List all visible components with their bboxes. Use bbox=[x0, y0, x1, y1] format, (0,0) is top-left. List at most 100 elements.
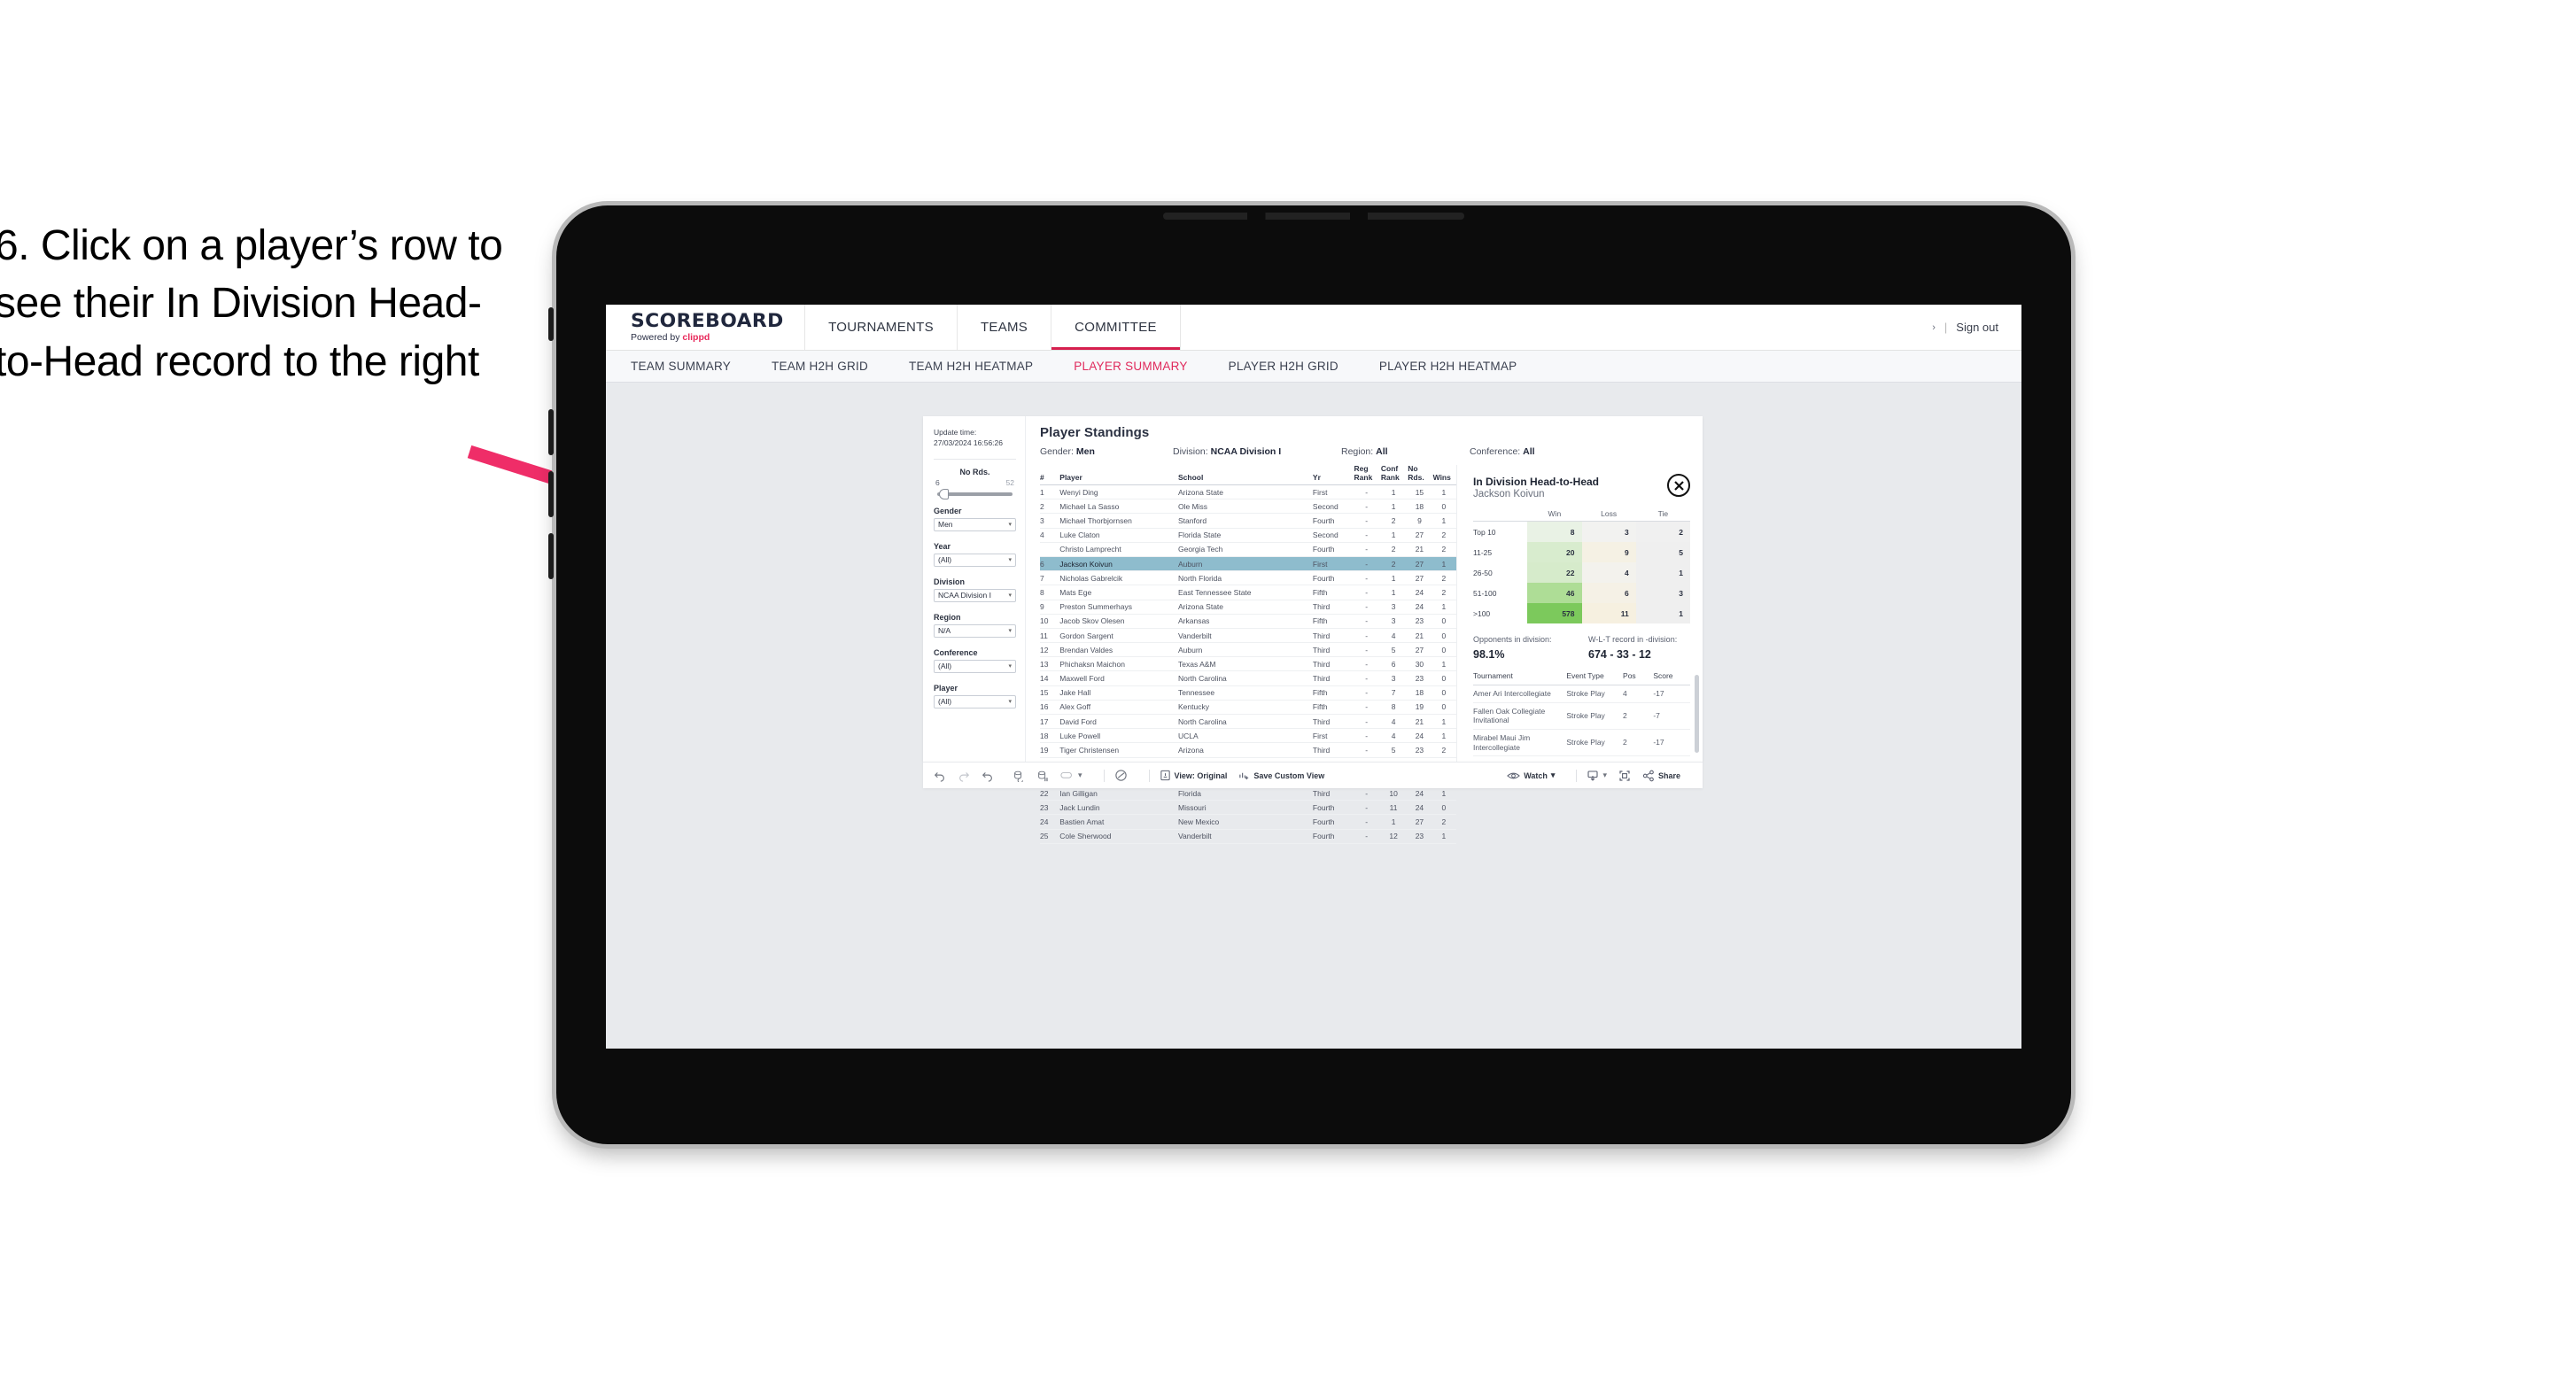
cell-nords: 27 bbox=[1408, 570, 1433, 586]
table-row[interactable]: 4 Luke Claton Florida State Second -1 27 2 bbox=[1040, 528, 1456, 543]
filter-year-select[interactable]: (All) ▾ bbox=[934, 553, 1016, 567]
nav-item-committee[interactable]: COMMITTEE bbox=[1051, 305, 1181, 350]
refresh-data-button[interactable] bbox=[1013, 770, 1025, 782]
undo-button[interactable] bbox=[934, 770, 946, 782]
tournament-row[interactable]: Amer Ari Intercollegiate Stroke Play 4 -17 bbox=[1473, 685, 1690, 703]
table-row[interactable]: 2 Michael La Sasso Ole Miss Second -1 18 0 bbox=[1040, 499, 1456, 515]
h2h-cell-tie[interactable]: 1 bbox=[1635, 603, 1690, 623]
no-rounds-slider[interactable] bbox=[937, 488, 1013, 499]
h2h-cell-tie[interactable]: 3 bbox=[1635, 583, 1690, 603]
filter-gender-select[interactable]: Men ▾ bbox=[934, 517, 1016, 531]
cell-reg: - bbox=[1354, 556, 1381, 572]
col-reg-rank[interactable]: Reg Rank bbox=[1354, 464, 1381, 486]
device-power-button[interactable] bbox=[548, 307, 554, 341]
h2h-cell-win[interactable]: 22 bbox=[1527, 562, 1582, 583]
table-row[interactable]: 10 Jacob Skov Olesen Arkansas Fifth -3 23 0 bbox=[1040, 614, 1456, 629]
h2h-cell-tie[interactable]: 5 bbox=[1635, 542, 1690, 562]
close-icon[interactable] bbox=[1667, 474, 1690, 497]
h2h-cell-win[interactable]: 8 bbox=[1527, 521, 1582, 542]
cell-nords: 21 bbox=[1408, 628, 1433, 644]
share-button[interactable]: Share bbox=[1642, 770, 1680, 782]
col-yr[interactable]: Yr bbox=[1312, 465, 1354, 486]
table-row[interactable]: 3 Michael Thorbjornsen Stanford Fourth -2 9 1 bbox=[1040, 513, 1456, 529]
table-row[interactable]: 19 Tiger Christensen Arizona Third -5 23 2 bbox=[1040, 742, 1456, 758]
table-row[interactable]: 24 Bastien Amat New Mexico Fourth -1 27 2 bbox=[1040, 814, 1456, 830]
table-row[interactable]: 14 Maxwell Ford North Carolina Third -3 23 0 bbox=[1040, 670, 1456, 686]
tab-player-summary[interactable]: PLAYER SUMMARY bbox=[1074, 360, 1187, 373]
col-score[interactable]: Score bbox=[1653, 671, 1690, 685]
filter-division-select[interactable]: NCAA Division I ▾ bbox=[934, 588, 1016, 602]
table-row[interactable]: Christo Lamprecht Georgia Tech Fourth -2 21 2 bbox=[1040, 542, 1456, 557]
h2h-cell-loss[interactable]: 4 bbox=[1581, 562, 1636, 583]
download-button[interactable]: ▾ bbox=[1587, 770, 1607, 782]
cell-wins: 1 bbox=[1432, 513, 1456, 529]
no-rounds-slider-handle[interactable] bbox=[939, 488, 949, 499]
device-volume-up-button[interactable] bbox=[548, 409, 554, 455]
h2h-cell-win[interactable]: 46 bbox=[1527, 583, 1582, 603]
filter-region-select[interactable]: N/A ▾ bbox=[934, 623, 1016, 638]
table-row[interactable]: 23 Jack Lundin Missouri Fourth -11 24 0 bbox=[1040, 800, 1456, 816]
h2h-cell-win[interactable]: 20 bbox=[1527, 542, 1582, 562]
device-volume-down-button[interactable] bbox=[548, 471, 554, 517]
table-row[interactable]: 9 Preston Summerhays Arizona State Third -3 2… bbox=[1040, 600, 1456, 615]
view-original-button[interactable]: View: Original bbox=[1160, 770, 1227, 781]
col-conf-rank[interactable]: Conf Rank bbox=[1380, 464, 1408, 486]
save-custom-view-button[interactable]: Save Custom View bbox=[1238, 770, 1324, 781]
col-pos[interactable]: Pos bbox=[1623, 671, 1654, 685]
undo-icon bbox=[934, 771, 944, 782]
summary-division-value: NCAA Division I bbox=[1210, 446, 1282, 457]
slideshow-button[interactable] bbox=[1114, 769, 1128, 782]
col-player[interactable]: Player bbox=[1059, 465, 1178, 486]
table-row[interactable]: 8 Mats Ege East Tennessee State Fifth -1 24 2 bbox=[1040, 585, 1456, 600]
tab-player-h2h-heatmap[interactable]: PLAYER H2H HEATMAP bbox=[1379, 360, 1517, 373]
device-layout-button[interactable]: ▾ bbox=[1060, 770, 1082, 782]
h2h-cell-loss[interactable]: 3 bbox=[1581, 521, 1636, 542]
fullscreen-button[interactable] bbox=[1618, 770, 1631, 782]
table-row[interactable]: 16 Alex Goff Kentucky Fifth -8 19 0 bbox=[1040, 700, 1456, 716]
filter-conference-select[interactable]: (All) ▾ bbox=[934, 659, 1016, 673]
h2h-cell-tie[interactable]: 2 bbox=[1635, 521, 1690, 542]
col-school[interactable]: School bbox=[1177, 465, 1313, 486]
redo-button[interactable] bbox=[958, 770, 970, 782]
tournament-row[interactable]: Fallen Oak Collegiate Invitational Stroke… bbox=[1473, 702, 1690, 730]
table-row[interactable]: 13 Phichaksn Maichon Texas A&M Third -6 30 1 bbox=[1040, 656, 1456, 672]
table-row[interactable]: 18 Luke Powell UCLA First -4 24 1 bbox=[1040, 728, 1456, 744]
pause-auto-update-button[interactable] bbox=[1036, 770, 1049, 782]
h2h-cell-loss[interactable]: 6 bbox=[1581, 583, 1636, 603]
col-wins[interactable]: Wins bbox=[1432, 465, 1456, 486]
tab-team-summary[interactable]: TEAM SUMMARY bbox=[631, 360, 731, 373]
chevron-right-icon[interactable]: › bbox=[1932, 322, 1936, 333]
h2h-vertical-scrollbar[interactable] bbox=[1695, 675, 1699, 753]
nav-item-tournaments[interactable]: TOURNAMENTS bbox=[805, 305, 958, 350]
col-no-rds[interactable]: No Rds. bbox=[1408, 464, 1433, 486]
watch-button[interactable]: Watch ▾ bbox=[1507, 770, 1555, 781]
device-extra-button[interactable] bbox=[548, 533, 554, 579]
h2h-cell-loss[interactable]: 9 bbox=[1581, 542, 1636, 562]
col-event-type[interactable]: Event Type bbox=[1566, 671, 1624, 685]
sign-out-link[interactable]: Sign out bbox=[1956, 321, 1998, 334]
h2h-cell-loss[interactable]: 11 bbox=[1581, 603, 1636, 623]
table-row[interactable]: 1 Wenyi Ding Arizona State First -1 15 1 bbox=[1040, 484, 1456, 500]
nav-item-teams[interactable]: TEAMS bbox=[958, 305, 1052, 350]
page-title: Player Standings bbox=[1040, 425, 1150, 440]
revert-button[interactable] bbox=[982, 770, 994, 782]
table-row[interactable]: 11 Gordon Sargent Vanderbilt Third -4 21 0 bbox=[1040, 628, 1456, 644]
table-row[interactable]: 25 Cole Sherwood Vanderbilt Fourth -12 23 1 bbox=[1040, 829, 1456, 844]
filter-player-select[interactable]: (All) ▾ bbox=[934, 694, 1016, 708]
app-logo[interactable]: SCOREBOARD Powered by clippd bbox=[606, 305, 806, 350]
tab-team-h2h-heatmap[interactable]: TEAM H2H HEATMAP bbox=[909, 360, 1033, 373]
share-icon bbox=[1642, 770, 1654, 781]
col-tournament[interactable]: Tournament bbox=[1473, 671, 1567, 685]
h2h-cell-tie[interactable]: 1 bbox=[1635, 562, 1690, 583]
h2h-cell-win[interactable]: 578 bbox=[1527, 603, 1582, 623]
table-row[interactable]: 17 David Ford North Carolina Third -4 21 1 bbox=[1040, 714, 1456, 730]
tab-team-h2h-grid[interactable]: TEAM H2H GRID bbox=[772, 360, 868, 373]
table-row[interactable]: 12 Brendan Valdes Auburn Third -5 27 0 bbox=[1040, 642, 1456, 658]
table-row[interactable]: 15 Jake Hall Tennessee Fifth -7 18 0 bbox=[1040, 685, 1456, 701]
table-row[interactable]: 7 Nicholas Gabrelcik North Florida Fourth -1… bbox=[1040, 570, 1456, 586]
tab-player-h2h-grid[interactable]: PLAYER H2H GRID bbox=[1229, 360, 1338, 373]
col-rank[interactable]: # bbox=[1040, 465, 1060, 486]
tablet-device: SCOREBOARD Powered by clippd TOURNAMENTS… bbox=[548, 205, 2071, 1144]
table-row[interactable]: 6 Jackson Koivun Auburn First -2 27 1 bbox=[1040, 556, 1456, 572]
tournament-row[interactable]: Mirabel Maui Jim Intercollegiate Stroke P… bbox=[1473, 729, 1690, 757]
